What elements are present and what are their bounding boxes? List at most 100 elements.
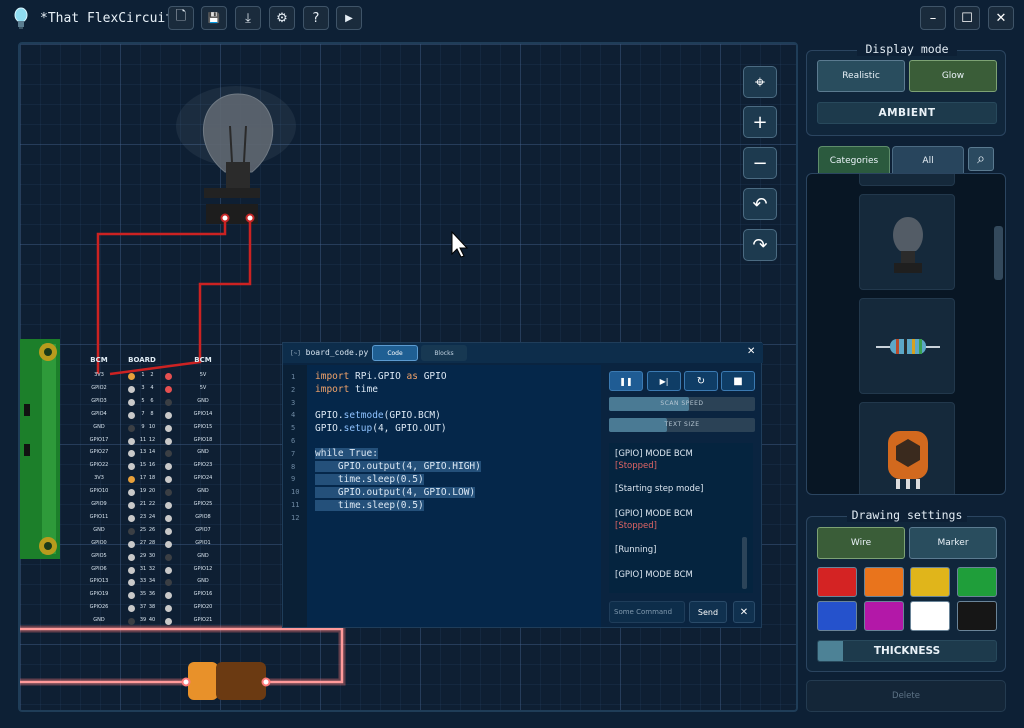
code-area[interactable]: 1 2 3 4 5 6 7 8 9 10 11 12 import RPi.GPIO as GPIO … <box>283 365 601 627</box>
pin-hole[interactable] <box>128 463 135 471</box>
component-lightbulb[interactable] <box>859 194 955 290</box>
pin-hole[interactable] <box>128 411 135 419</box>
pin-hole[interactable] <box>128 527 135 535</box>
maximize-button[interactable]: ☐ <box>954 6 980 30</box>
pin-hole[interactable] <box>128 398 135 406</box>
code-editor-window[interactable]: [~] board_code.py Code Blocks ✕ 12345678… <box>282 342 763 628</box>
pin-hole[interactable] <box>128 373 135 380</box>
pin-hole[interactable] <box>165 385 172 393</box>
pin-hole[interactable] <box>165 373 172 380</box>
scan-speed-slider[interactable]: SCAN SPEED <box>609 397 755 411</box>
delete-button[interactable]: Delete <box>806 680 1006 712</box>
pin-hole[interactable] <box>128 489 135 497</box>
pin-hole[interactable] <box>165 527 172 535</box>
send-button[interactable]: Send <box>689 601 727 623</box>
pin-hole[interactable] <box>165 540 172 548</box>
tab-all[interactable]: All <box>892 146 964 174</box>
component-card[interactable] <box>859 174 955 186</box>
clear-command-button[interactable]: ✕ <box>733 601 755 623</box>
pin-hole[interactable] <box>165 424 172 432</box>
tab-blocks[interactable]: Blocks <box>421 345 467 361</box>
pin-hole[interactable] <box>165 437 172 445</box>
pin-hole[interactable] <box>128 476 135 484</box>
pin-hole[interactable] <box>128 514 135 522</box>
pin-hole[interactable] <box>165 411 172 419</box>
wire-button[interactable]: Wire <box>817 527 905 559</box>
tab-categories[interactable]: Categories <box>818 146 890 174</box>
zoom-in-button[interactable]: + <box>743 106 777 138</box>
app-logo-icon <box>14 7 28 29</box>
wire-2[interactable] <box>109 221 252 376</box>
minimize-button[interactable]: – <box>920 6 946 30</box>
undo-button[interactable]: ↶ <box>743 188 777 220</box>
pin-hole[interactable] <box>165 489 172 497</box>
pin-hole[interactable] <box>128 553 135 561</box>
new-file-button[interactable]: 🗋 <box>168 6 194 30</box>
pin-hole[interactable] <box>165 618 172 626</box>
library-scrollbar[interactable] <box>994 226 1003 280</box>
editor-close-button[interactable]: ✕ <box>747 346 755 357</box>
component-potentiometer[interactable] <box>859 402 955 494</box>
pin-hole[interactable] <box>165 566 172 574</box>
pin-hole[interactable] <box>128 579 135 587</box>
circuit-canvas[interactable]: ⌖ + − ↶ ↷ BCM BOARD BCM 3V3 1 2 5V GPIO2 3 4 5V… <box>18 42 798 712</box>
pin-hole[interactable] <box>165 605 172 613</box>
color-swatch[interactable] <box>817 567 857 597</box>
pin-hole[interactable] <box>128 605 135 613</box>
wire-1[interactable] <box>96 221 227 374</box>
text-size-slider[interactable]: TEXT SIZE <box>609 418 755 432</box>
color-swatch[interactable] <box>956 601 997 631</box>
pin-hole[interactable] <box>165 514 172 522</box>
pin-hole[interactable] <box>165 463 172 471</box>
line-number: 11 <box>291 501 300 509</box>
color-swatch[interactable] <box>910 601 950 631</box>
color-swatch[interactable] <box>863 601 904 631</box>
pin-hole[interactable] <box>128 566 135 574</box>
pin-hole[interactable] <box>165 450 172 458</box>
pin-hole[interactable] <box>165 502 172 509</box>
library-search-button[interactable]: ⌕ <box>968 147 994 171</box>
pause-button[interactable]: ❚❚ <box>609 371 643 391</box>
color-swatch[interactable] <box>863 567 904 597</box>
pin-hole[interactable] <box>128 450 135 458</box>
tab-code[interactable]: Code <box>372 345 418 361</box>
wire-3[interactable] <box>20 627 344 684</box>
pin-hole[interactable] <box>128 385 135 393</box>
component-resistor[interactable] <box>859 298 955 394</box>
zoom-out-button[interactable]: − <box>743 147 777 179</box>
marker-button[interactable]: Marker <box>909 527 997 559</box>
glow-button[interactable]: Glow <box>909 60 997 92</box>
pin-hole[interactable] <box>128 592 135 600</box>
pin-hole[interactable] <box>165 398 172 406</box>
log-scrollbar[interactable] <box>742 537 747 589</box>
color-swatch[interactable] <box>817 601 857 631</box>
pin-hole[interactable] <box>165 579 172 587</box>
help-button[interactable]: ? <box>303 6 329 30</box>
color-swatch[interactable] <box>910 567 950 597</box>
settings-button[interactable]: ⚙ <box>269 6 295 30</box>
center-view-button[interactable]: ⌖ <box>743 66 777 98</box>
ambient-toggle[interactable]: AMBIENT <box>817 102 997 124</box>
pin-hole[interactable] <box>165 592 172 600</box>
redo-button[interactable]: ↷ <box>743 229 777 261</box>
step-button[interactable]: ▶| <box>647 371 681 391</box>
pin-hole[interactable] <box>128 618 135 626</box>
realistic-button[interactable]: Realistic <box>817 60 905 92</box>
pin-hole[interactable] <box>128 424 135 432</box>
bulb-glass[interactable] <box>202 93 274 173</box>
pin-hole[interactable] <box>128 437 135 445</box>
restart-button[interactable]: ↻ <box>684 371 718 391</box>
battery[interactable] <box>181 662 271 700</box>
command-input[interactable]: Some Command <box>609 601 685 623</box>
color-swatch[interactable] <box>956 567 997 597</box>
pin-hole[interactable] <box>165 476 172 484</box>
pin-hole[interactable] <box>128 540 135 548</box>
close-window-button[interactable]: ✕ <box>988 6 1014 30</box>
run-button[interactable]: ▶ <box>336 6 362 30</box>
stop-button[interactable]: ■ <box>721 371 755 391</box>
download-button[interactable]: ⤓ <box>235 6 261 30</box>
pin-hole[interactable] <box>128 502 135 509</box>
thickness-slider[interactable]: THICKNESS <box>817 640 997 662</box>
pin-hole[interactable] <box>165 553 172 561</box>
save-button[interactable]: 💾 <box>201 6 227 30</box>
